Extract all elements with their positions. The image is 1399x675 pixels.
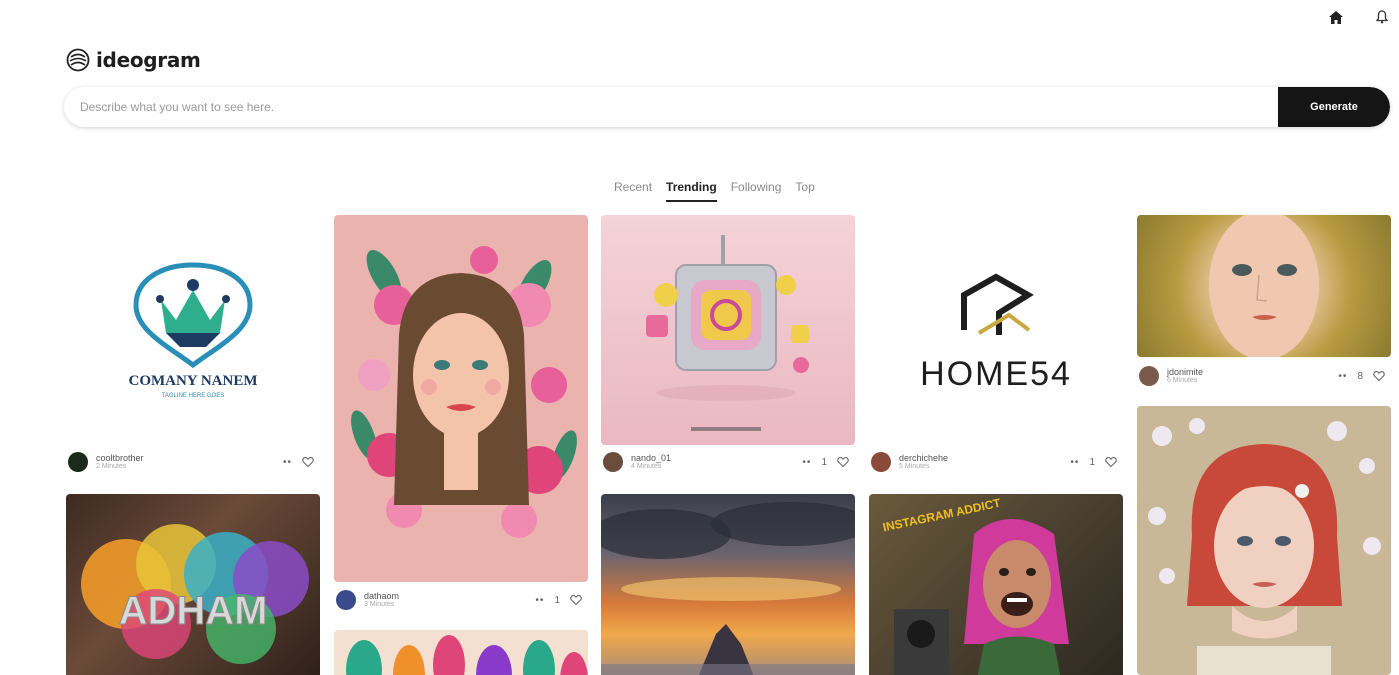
username[interactable]: jdonimite	[1167, 367, 1203, 377]
more-icon[interactable]: ••	[283, 457, 292, 468]
like-count: 1	[554, 594, 560, 606]
prompt-bar: Generate	[64, 87, 1390, 127]
bell-icon[interactable]	[1373, 8, 1391, 26]
home54-text: HOME54	[920, 355, 1072, 393]
feathers-image	[346, 635, 588, 675]
card-meta: derchichehe 5 Minutes •• 1	[869, 447, 1123, 477]
image-card[interactable]	[334, 215, 588, 582]
heart-icon[interactable]	[302, 456, 314, 468]
image-card[interactable]: INSTAGRAM ADDICT	[869, 494, 1123, 675]
logo-company-name: COMANY NANEM	[128, 373, 257, 389]
logo-tagline: TAGLINE HERE GOES	[162, 393, 225, 399]
username[interactable]: dathaom	[364, 591, 399, 601]
image-card[interactable]: HOME54	[869, 215, 1123, 445]
tab-following[interactable]: Following	[731, 180, 782, 202]
heart-icon[interactable]	[1373, 370, 1385, 382]
post-time: 3 Minutes	[364, 601, 395, 609]
like-count: 1	[1089, 456, 1095, 468]
post-time: 6 Minutes	[1167, 377, 1198, 385]
sunset-image	[601, 502, 855, 675]
generate-button[interactable]: Generate	[1278, 87, 1390, 127]
image-card[interactable]	[601, 494, 855, 675]
home-icon[interactable]	[1327, 8, 1345, 26]
card-meta: nando_01 4 Minutes •• 1	[601, 447, 855, 477]
tab-recent[interactable]: Recent	[614, 180, 652, 202]
feed-tabs: Recent Trending Following Top	[614, 180, 815, 202]
more-icon[interactable]: ••	[1070, 457, 1079, 468]
avatar[interactable]	[603, 452, 623, 472]
instagram-3d-image	[646, 235, 809, 431]
logo-icon	[66, 48, 90, 72]
image-card[interactable]: COMANY NANEM TAGLINE HERE GOES	[66, 215, 320, 445]
image-card[interactable]	[1137, 406, 1391, 675]
app-name: ideogram	[96, 48, 201, 72]
avatar[interactable]	[1139, 366, 1159, 386]
card-meta: cooltbrother 2 Minutes ••	[66, 447, 320, 477]
adham-splash-image: ADHAM	[81, 524, 309, 664]
instagram-addict-image: INSTAGRAM ADDICT	[881, 496, 1069, 675]
like-count: 8	[1357, 370, 1363, 382]
heart-icon[interactable]	[1105, 456, 1117, 468]
red-bob-woman-image	[1148, 418, 1381, 675]
heart-icon[interactable]	[837, 456, 849, 468]
logo[interactable]: ideogram	[66, 48, 201, 72]
like-count: 1	[821, 456, 827, 468]
home54-logo-image: HOME54	[920, 273, 1072, 393]
avatar[interactable]	[336, 590, 356, 610]
username[interactable]: derchichehe	[899, 453, 948, 463]
post-time: 5 Minutes	[899, 463, 930, 471]
more-icon[interactable]: ••	[1338, 371, 1347, 382]
card-meta: dathaom 3 Minutes •• 1	[334, 585, 588, 615]
company-logo-image: COMANY NANEM TAGLINE HERE GOES	[128, 262, 258, 399]
tab-trending[interactable]: Trending	[666, 180, 717, 202]
top-nav	[1327, 8, 1391, 26]
post-time: 4 Minutes	[631, 463, 662, 471]
more-icon[interactable]: ••	[535, 595, 544, 606]
card-meta: jdonimite 6 Minutes •• 8	[1137, 361, 1391, 391]
post-time: 2 Minutes	[96, 463, 127, 471]
image-card[interactable]	[601, 215, 855, 445]
image-card[interactable]	[334, 630, 588, 675]
girl-flowers-image	[351, 246, 577, 538]
avatar[interactable]	[871, 452, 891, 472]
image-card[interactable]: ADHAM	[66, 494, 320, 675]
tab-top[interactable]: Top	[795, 180, 814, 202]
adham-text: ADHAM	[119, 589, 268, 633]
avatar[interactable]	[68, 452, 88, 472]
username[interactable]: nando_01	[631, 453, 671, 463]
heart-icon[interactable]	[570, 594, 582, 606]
more-icon[interactable]: ••	[802, 457, 811, 468]
image-card[interactable]	[1137, 215, 1391, 357]
golden-face-image	[1209, 215, 1319, 357]
username[interactable]: cooltbrother	[96, 453, 144, 463]
prompt-input[interactable]	[64, 87, 1278, 127]
